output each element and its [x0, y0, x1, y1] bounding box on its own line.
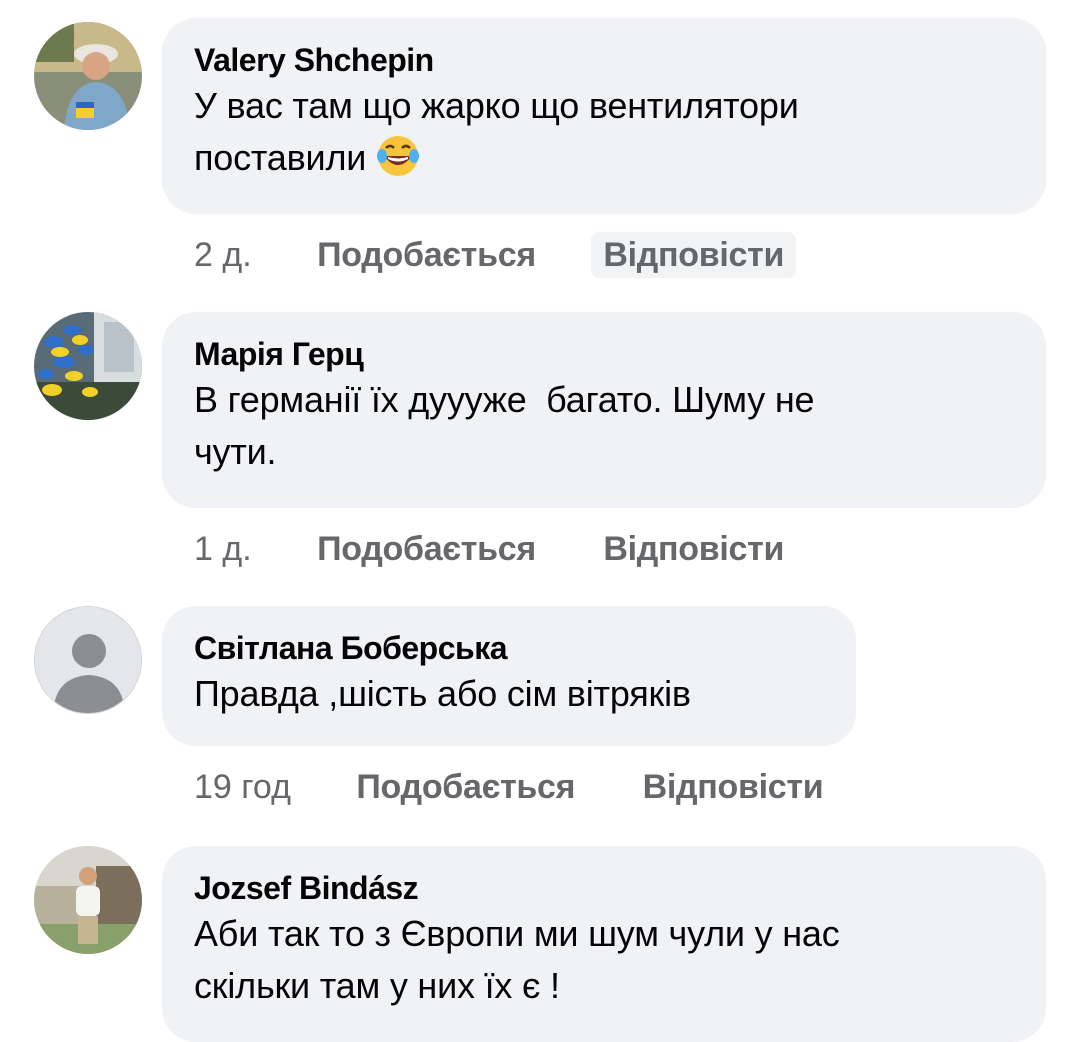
- user-photo-icon: [34, 22, 142, 130]
- comment-meta: 19 год Подобається Відповісти: [194, 764, 881, 810]
- default-avatar-icon: [35, 607, 141, 713]
- comment-author[interactable]: Jozsef Bindász: [194, 868, 1014, 908]
- comment-meta: 1 д. Подобається Відповісти: [194, 526, 842, 572]
- comment-time[interactable]: 2 д.: [194, 232, 252, 278]
- comment-text-line: Аби так то з Європи ми шум чули у нас: [194, 913, 840, 954]
- comment-text: Правда ,шість або сім вітряків: [194, 668, 824, 720]
- comment-bubble: Valery Shchepin У вас там що жарко що ве…: [162, 18, 1046, 214]
- reply-button[interactable]: Відповісти: [643, 764, 824, 810]
- comment-time[interactable]: 19 год: [194, 764, 291, 810]
- comment-meta: 2 д. Подобається Відповісти: [194, 232, 854, 278]
- like-button[interactable]: Подобається: [317, 526, 536, 572]
- like-button[interactable]: Подобається: [317, 232, 536, 278]
- comment-bubble: Світлана Боберська Правда ,шість або сім…: [162, 606, 856, 746]
- comment-text: У вас там що жарко що вентилятори постав…: [194, 80, 1014, 184]
- flowers-photo-icon: [34, 312, 142, 420]
- user-photo-icon: [34, 846, 142, 954]
- tears-of-joy-emoji-icon: [377, 136, 420, 176]
- avatar[interactable]: [34, 606, 142, 714]
- comment-text-line: Правда ,шість або сім вітряків: [194, 673, 691, 714]
- comment-bubble: Jozsef Bindász Аби так то з Європи ми шу…: [162, 846, 1046, 1042]
- avatar[interactable]: [34, 312, 142, 420]
- comment-text-line: скільки там у них їх є !: [194, 965, 560, 1006]
- comment-time[interactable]: 1 д.: [194, 526, 252, 572]
- comment-author[interactable]: Марія Герц: [194, 334, 1014, 374]
- like-button[interactable]: Подобається: [356, 764, 575, 810]
- comment-text: В германії їх дуууже багато. Шуму не чут…: [194, 374, 1014, 478]
- comment-text-line: чути.: [194, 431, 277, 472]
- comment-bubble: Марія Герц В германії їх дуууже багато. …: [162, 312, 1046, 508]
- comment-text: Аби так то з Європи ми шум чули у нас ск…: [194, 908, 1014, 1012]
- avatar[interactable]: [34, 22, 142, 130]
- comment-text-line: поставили: [194, 137, 367, 178]
- comment-author[interactable]: Світлана Боберська: [194, 628, 824, 668]
- comment-author[interactable]: Valery Shchepin: [194, 40, 1014, 80]
- comment-text-line: У вас там що жарко що вентилятори: [194, 85, 799, 126]
- reply-button[interactable]: Відповісти: [591, 232, 797, 278]
- avatar[interactable]: [34, 846, 142, 954]
- reply-button[interactable]: Відповісти: [603, 526, 784, 572]
- comment-text-line: В германії їх дуууже багато. Шуму не: [194, 379, 815, 420]
